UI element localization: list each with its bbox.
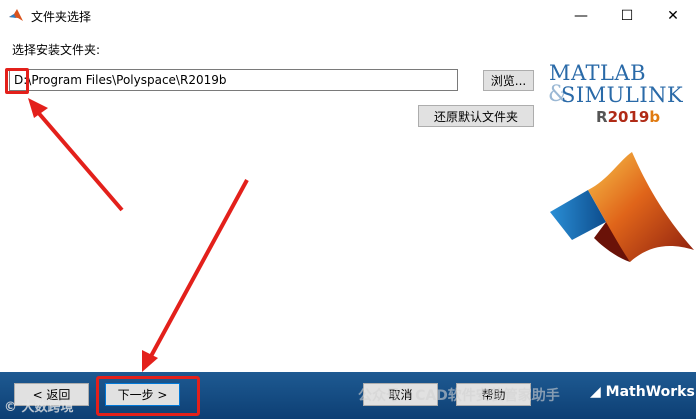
- window-title: 文件夹选择: [31, 10, 92, 24]
- title-bar: 文件夹选择 — ☐ ✕: [0, 0, 696, 31]
- matlab-app-icon: [9, 9, 23, 21]
- simulink-wordmark: SIMULINK: [561, 83, 684, 107]
- install-folder-label: 选择安装文件夹:: [12, 43, 101, 57]
- arrow-to-next-button: [142, 179, 249, 372]
- release-prefix: R: [596, 108, 608, 126]
- minimize-button[interactable]: —: [558, 0, 604, 31]
- install-path-input[interactable]: [9, 69, 458, 91]
- watermark-left: © 大数跨境: [4, 400, 74, 415]
- close-button[interactable]: ✕: [650, 0, 696, 31]
- maximize-button[interactable]: ☐: [604, 0, 650, 31]
- watermark-right: 公众号 · CAD软件安装管家助手: [358, 388, 560, 404]
- watermark-left-text: 大数跨境: [21, 400, 74, 415]
- arrow-to-drive-letter: [28, 98, 124, 212]
- next-button[interactable]: 下一步 >: [105, 383, 180, 406]
- release-suffix: b: [649, 108, 661, 126]
- matlab-membrane-logo: [550, 152, 694, 262]
- mathworks-wordmark: MathWorks: [605, 384, 695, 400]
- mathworks-logo: ◢ MathWorks: [590, 384, 695, 400]
- restore-default-folder-button[interactable]: 还原默认文件夹: [418, 105, 534, 127]
- release-version: R2019b: [596, 108, 660, 126]
- browse-button[interactable]: 浏览...: [483, 70, 534, 91]
- release-year: 2019: [607, 108, 650, 126]
- mathworks-icon: ◢: [590, 384, 601, 400]
